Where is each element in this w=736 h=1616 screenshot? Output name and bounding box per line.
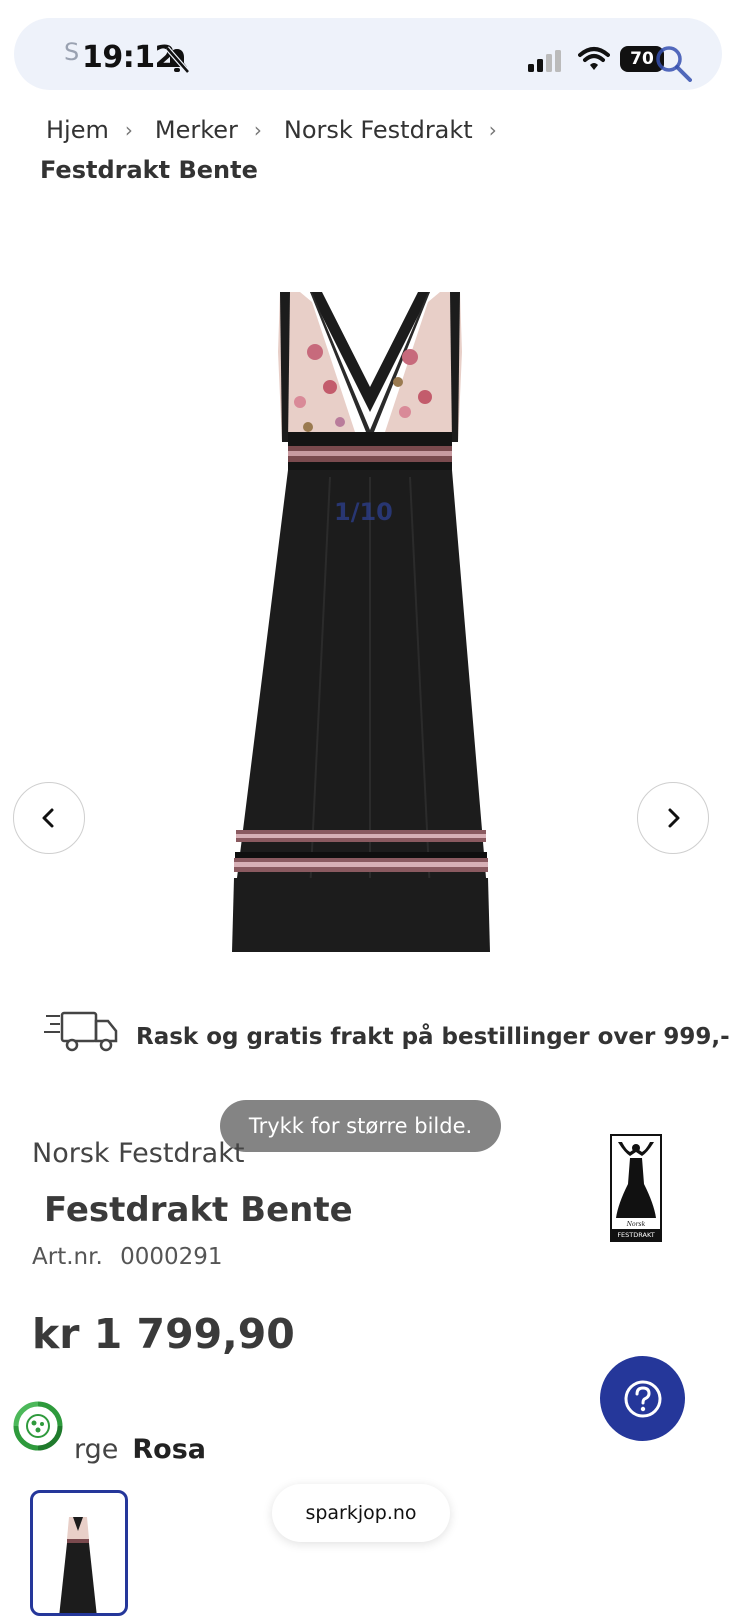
product-brand[interactable]: Norsk Festdrakt xyxy=(32,1138,244,1169)
next-image-button[interactable] xyxy=(637,782,709,854)
help-button[interactable] xyxy=(600,1356,685,1441)
breadcrumb-separator-icon: › xyxy=(488,118,497,142)
wifi-icon xyxy=(578,47,610,70)
breadcrumb-brands[interactable]: Merker xyxy=(155,116,238,144)
brand-logo-small-text: Norsk xyxy=(626,1221,646,1228)
bell-slash-icon xyxy=(165,46,190,74)
color-value: Rosa xyxy=(132,1434,207,1465)
shipping-text: Rask og gratis frakt på bestillinger ove… xyxy=(136,1024,730,1050)
breadcrumb-separator-icon: › xyxy=(253,118,262,142)
product-title: Festdrakt Bente xyxy=(44,1190,353,1230)
search-placeholder: S xyxy=(64,38,80,66)
image-counter: 1/10 xyxy=(334,498,393,526)
breadcrumb-home[interactable]: Hjem xyxy=(46,116,109,144)
chevron-left-icon xyxy=(42,808,54,828)
breadcrumb-current: Festdrakt Bente xyxy=(40,156,258,184)
product-gallery: 1/10 Trykk for større bilde. xyxy=(0,200,736,1152)
color-selector-label: rge Rosa xyxy=(74,1434,206,1465)
chevron-right-icon xyxy=(668,808,680,828)
zoom-hint-button[interactable]: Trykk for større bilde. xyxy=(220,1100,501,1152)
status-time: 19:12 xyxy=(82,40,176,75)
product-image[interactable] xyxy=(220,292,520,977)
question-icon xyxy=(624,1380,661,1417)
breadcrumb-separator-icon: › xyxy=(124,118,133,142)
color-label: rge xyxy=(74,1434,119,1465)
shipping-banner: Rask og gratis frakt på bestillinger ove… xyxy=(44,1010,730,1060)
article-number-value: 0000291 xyxy=(120,1244,223,1270)
signal-icon xyxy=(528,50,561,72)
thumbnail-dress-image xyxy=(59,1517,97,1613)
product-price: kr 1 799,90 xyxy=(32,1310,295,1358)
article-number-row: Art.nr. 0000291 xyxy=(32,1244,233,1270)
brand-logo-band-text: FESTDRAKT xyxy=(617,1231,654,1239)
color-thumbnail-rosa[interactable] xyxy=(30,1490,128,1616)
eco-icon[interactable] xyxy=(12,1400,64,1452)
brand-logo[interactable]: Norsk FESTDRAKT xyxy=(610,1134,662,1242)
previous-image-button[interactable] xyxy=(13,782,85,854)
truck-icon xyxy=(44,1011,118,1052)
breadcrumb: Hjem › Merker › Norsk Festdrakt › Festdr… xyxy=(40,116,700,184)
article-number-label: Art.nr. xyxy=(32,1244,103,1270)
search-icon[interactable] xyxy=(654,44,694,84)
site-domain-pill[interactable]: sparkjop.no xyxy=(272,1484,450,1542)
breadcrumb-brand[interactable]: Norsk Festdrakt xyxy=(284,116,473,144)
